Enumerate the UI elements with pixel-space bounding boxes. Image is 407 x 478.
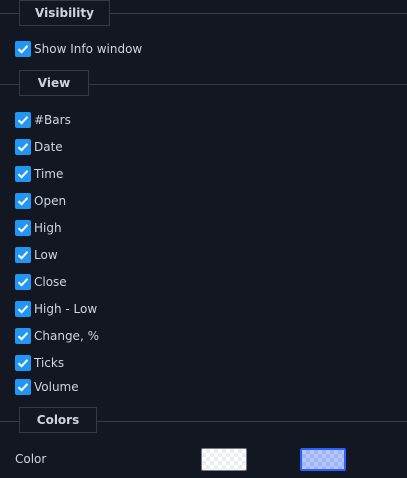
checkbox-volume[interactable]: Volume <box>15 378 79 396</box>
checkbox-label: Change, % <box>34 329 99 343</box>
text-color-swatch[interactable] <box>201 448 247 471</box>
section-header-visibility: Visibility <box>19 0 110 26</box>
checkbox-label: Time <box>34 167 64 181</box>
checkbox-checked-icon[interactable] <box>15 301 31 317</box>
checkbox-checked-icon[interactable] <box>15 247 31 263</box>
checkbox-checked-icon[interactable] <box>15 112 31 128</box>
checkbox-checked-icon[interactable] <box>15 193 31 209</box>
section-header-colors: Colors <box>19 407 97 433</box>
checkbox-label: Show Info window <box>34 42 143 56</box>
checkbox-open[interactable]: Open <box>15 192 66 210</box>
checkbox-date[interactable]: Date <box>15 138 63 156</box>
checkbox-label: Close <box>34 275 67 289</box>
checkbox-label: Low <box>34 248 58 262</box>
checkbox-label: Date <box>34 140 63 154</box>
checkbox-checked-icon[interactable] <box>15 41 31 57</box>
checkbox-checked-icon[interactable] <box>15 274 31 290</box>
checkbox-high-low[interactable]: High - Low <box>15 300 97 318</box>
checkbox-label: High <box>34 221 62 235</box>
back-color-fill <box>302 450 344 469</box>
checkbox-low[interactable]: Low <box>15 246 58 264</box>
checkbox-checked-icon[interactable] <box>15 139 31 155</box>
checkbox-ticks[interactable]: Ticks <box>15 354 64 372</box>
checkbox-checked-icon[interactable] <box>15 220 31 236</box>
checkbox-label: #Bars <box>34 113 71 127</box>
checkbox-checked-icon[interactable] <box>15 166 31 182</box>
back-color-swatch[interactable] <box>300 448 346 471</box>
checkbox-time[interactable]: Time <box>15 165 63 183</box>
checkbox-label: Open <box>34 194 67 208</box>
checkbox-label: Volume <box>34 380 79 394</box>
checkbox-label: High - Low <box>34 302 98 316</box>
checkbox-checked-icon[interactable] <box>15 328 31 344</box>
section-header-view: View <box>19 70 89 96</box>
checkbox-high[interactable]: High <box>15 219 62 237</box>
checkbox-label: Ticks <box>34 356 65 370</box>
checkbox-bars[interactable]: #Bars <box>15 111 71 129</box>
text-color-fill <box>202 449 246 470</box>
checkbox-close[interactable]: Close <box>15 273 67 291</box>
checkbox-change[interactable]: Change, % <box>15 327 99 345</box>
checkbox-checked-icon[interactable] <box>15 379 31 395</box>
checkbox-checked-icon[interactable] <box>15 355 31 371</box>
color-label: Color <box>15 452 47 466</box>
checkbox-show-info-window[interactable]: Show Info window <box>15 40 142 58</box>
